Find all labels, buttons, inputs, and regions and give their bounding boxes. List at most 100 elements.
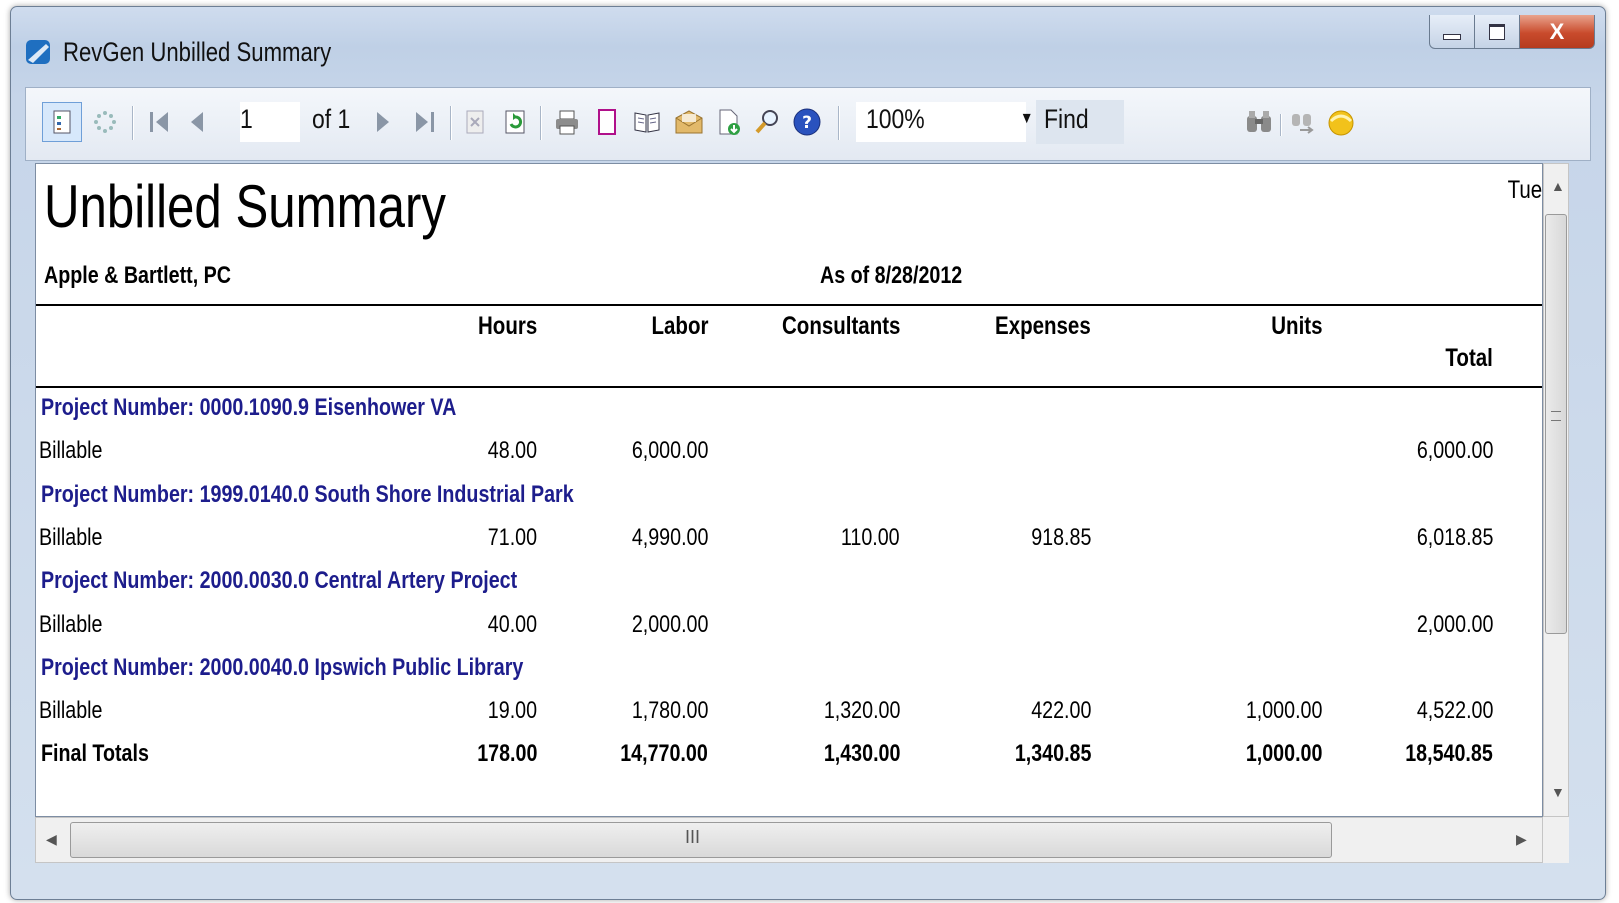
toolbar-separator: [132, 106, 133, 140]
find-icon: [1247, 111, 1271, 132]
find-next-icon: [1292, 114, 1314, 134]
scroll-down-icon[interactable]: ▼: [1551, 784, 1565, 800]
refresh-button[interactable]: [500, 102, 530, 142]
final-labor: 14,770.00: [620, 740, 708, 767]
document-map-button[interactable]: [42, 102, 82, 142]
help-button[interactable]: ?: [790, 102, 824, 142]
scroll-left-icon[interactable]: ◀: [46, 831, 57, 848]
horizontal-scrollbar[interactable]: ◀ III ▶: [35, 817, 1543, 863]
labor-cell: 2,000.00: [631, 611, 708, 638]
page-setup-button[interactable]: [592, 102, 622, 142]
column-divider: [36, 386, 1542, 388]
last-page-button[interactable]: [410, 102, 440, 142]
hours-cell: 71.00: [487, 524, 537, 551]
expenses-cell: 918.85: [1030, 524, 1091, 551]
first-page-icon: [150, 112, 168, 132]
hours-cell: 48.00: [487, 437, 537, 464]
help-icon: ?: [793, 108, 821, 136]
hours-cell: 40.00: [487, 611, 537, 638]
project-header: Project Number: 0000.1090.9 Eisenhower V…: [41, 394, 457, 421]
report-title: Unbilled Summary: [44, 173, 446, 240]
toolbar-separator: [540, 106, 541, 140]
next-page-icon: [377, 112, 389, 132]
header-divider: [36, 304, 1542, 306]
scroll-up-icon[interactable]: ▲: [1551, 178, 1565, 194]
grip-icon: III: [685, 827, 701, 847]
chevron-down-icon[interactable]: ▼: [1020, 110, 1033, 128]
page-setup-icon: [598, 109, 616, 135]
final-hours: 178.00: [476, 740, 537, 767]
book-icon: [634, 112, 660, 133]
highlight-icon: [1328, 110, 1354, 136]
project-header: Project Number: 1999.0140.0 South Shore …: [41, 481, 574, 508]
vertical-scroll-thumb[interactable]: [1545, 214, 1567, 634]
resize-grip-icon[interactable]: [1543, 817, 1569, 863]
consultants-cell: 110.00: [841, 524, 900, 551]
svg-text:?: ?: [802, 113, 812, 133]
highlight-button[interactable]: [1324, 102, 1358, 142]
column-header-total: Total: [1445, 344, 1493, 372]
stop-button[interactable]: [460, 102, 490, 142]
report-date-fragment: Tue: [1507, 176, 1542, 204]
consultants-cell: 1,320.00: [823, 697, 900, 724]
next-page-button[interactable]: [370, 102, 396, 142]
as-of-date: As of 8/28/2012: [820, 262, 963, 289]
close-icon: X: [1549, 18, 1565, 44]
window-title: RevGen Unbilled Summary: [63, 37, 332, 67]
find-button[interactable]: [1242, 102, 1276, 142]
document-map-icon: [53, 110, 71, 134]
previous-page-icon: [191, 112, 203, 132]
close-button[interactable]: X: [1519, 15, 1595, 49]
minimize-button[interactable]: [1429, 15, 1475, 49]
report-window: RevGen Unbilled Summary X 1 of 1 ? 100% …: [10, 6, 1606, 900]
print-button[interactable]: [550, 102, 584, 142]
column-header-consultants: Consultants: [781, 312, 900, 340]
total-cell: 2,000.00: [1416, 611, 1493, 638]
hours-cell: 19.00: [487, 697, 537, 724]
project-header: Project Number: 2000.0030.0 Central Arte…: [41, 567, 518, 594]
final-expenses: 1,340.85: [1014, 740, 1091, 767]
final-consultants: 1,430.00: [823, 740, 900, 767]
save-button[interactable]: [714, 102, 744, 142]
export-icon: [675, 110, 703, 134]
labor-cell: 4,990.00: [631, 524, 708, 551]
column-header-hours: Hours: [477, 312, 537, 340]
column-header-expenses: Expenses: [995, 312, 1091, 340]
page-count-label: of 1: [312, 104, 351, 134]
minimize-icon: [1443, 33, 1461, 40]
thumbnails-icon: [94, 111, 116, 133]
maximize-button[interactable]: [1474, 15, 1520, 49]
find-next-button[interactable]: [1286, 102, 1320, 142]
total-cell: 4,522.00: [1416, 697, 1493, 724]
vertical-scrollbar[interactable]: ▲ ▼: [1543, 163, 1569, 817]
first-page-button[interactable]: [144, 102, 174, 142]
title-bar[interactable]: RevGen Unbilled Summary X: [11, 7, 1605, 87]
units-cell: 1,000.00: [1245, 697, 1322, 724]
row-label: Billable: [39, 437, 103, 464]
labor-cell: 6,000.00: [631, 437, 708, 464]
thumbnails-button[interactable]: [88, 102, 122, 142]
zoom-button[interactable]: [752, 102, 782, 142]
final-totals-label: Final Totals: [41, 740, 149, 767]
print-icon: [556, 110, 578, 135]
refresh-icon: [505, 110, 525, 134]
find-label: Find: [1044, 104, 1089, 134]
toolbar-separator: [838, 106, 839, 140]
page-number-value: 1: [240, 104, 253, 134]
export-button[interactable]: [672, 102, 706, 142]
previous-page-button[interactable]: [184, 102, 210, 142]
maximize-icon: [1489, 23, 1505, 40]
report-view[interactable]: Unbilled Summary Tue Apple & Bartlett, P…: [35, 163, 1543, 817]
row-label: Billable: [39, 697, 103, 724]
page-layout-button[interactable]: [630, 102, 664, 142]
labor-cell: 1,780.00: [631, 697, 708, 724]
horizontal-scroll-thumb[interactable]: III: [70, 822, 1332, 858]
final-total: 18,540.85: [1405, 740, 1493, 767]
total-cell: 6,000.00: [1416, 437, 1493, 464]
grip-icon: [1551, 411, 1561, 421]
scroll-right-icon[interactable]: ▶: [1516, 831, 1527, 848]
final-units: 1,000.00: [1245, 740, 1322, 767]
zoom-value: 100%: [866, 104, 925, 134]
toolbar-separator: [1280, 114, 1281, 136]
expenses-cell: 422.00: [1030, 697, 1091, 724]
